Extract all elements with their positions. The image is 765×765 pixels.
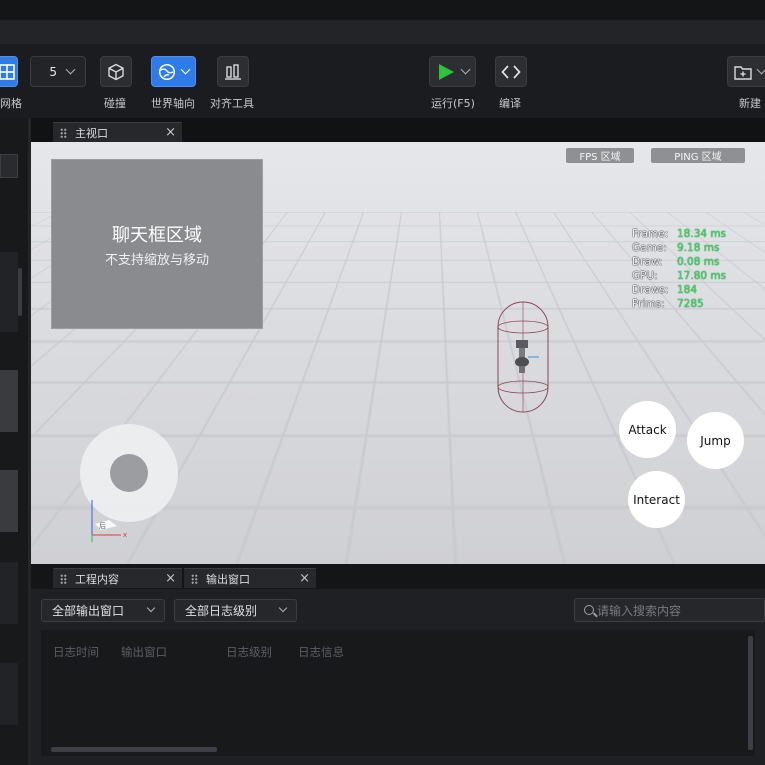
folder-plus-icon bbox=[734, 65, 752, 80]
column-header: 日志时间 bbox=[53, 645, 99, 659]
stat-row: Game: 9.18 ms bbox=[632, 242, 720, 254]
chat-area-subtitle: 不支持缩放与移动 bbox=[104, 252, 209, 268]
left-panel bbox=[0, 118, 28, 765]
globe-icon bbox=[158, 63, 176, 80]
grid-label: 网格 bbox=[0, 97, 22, 110]
chevron-down-icon bbox=[146, 603, 156, 613]
interact-button[interactable]: Interact bbox=[628, 471, 685, 528]
log-search-input[interactable]: 请输入搜索内容 bbox=[574, 598, 765, 622]
stat-row: Frame: 18.34 ms bbox=[632, 228, 727, 240]
close-icon[interactable]: × bbox=[165, 125, 176, 140]
chevron-down-icon bbox=[180, 64, 191, 75]
close-icon[interactable]: × bbox=[165, 571, 176, 586]
gizmo-x-label: x bbox=[123, 531, 127, 539]
main-toolbar: 网格 5 碰撞 世界轴向 对齐工具 运行(F5) 编译 新建 bbox=[0, 44, 765, 118]
chevron-down-icon bbox=[756, 64, 765, 75]
collision-button[interactable] bbox=[100, 56, 132, 87]
grid-size-select[interactable]: 5 bbox=[30, 56, 86, 87]
attack-button[interactable]: Attack bbox=[619, 401, 676, 458]
left-panel-item[interactable] bbox=[0, 663, 18, 725]
compile-label: 编译 bbox=[499, 97, 521, 110]
fps-area: FPS 区域 bbox=[566, 148, 634, 163]
collision-label: 碰撞 bbox=[104, 97, 126, 110]
joystick-knob[interactable] bbox=[110, 454, 148, 492]
output-panel: 全部输出窗口 全部日志级别 请输入搜索内容 日志时间 输出窗口 日志级别 日志信… bbox=[31, 589, 765, 765]
new-label: 新建 bbox=[739, 97, 761, 110]
align-tool-label: 对齐工具 bbox=[210, 97, 254, 110]
tab-output-window[interactable]: 输出窗口 × bbox=[184, 568, 316, 588]
chat-area-title: 聊天框区域 bbox=[112, 224, 202, 246]
title-bar bbox=[0, 0, 765, 20]
chevron-down-icon bbox=[65, 64, 76, 75]
drag-grip-icon bbox=[60, 573, 67, 584]
left-panel-item[interactable] bbox=[0, 252, 18, 332]
log-table: 日志时间 输出窗口 日志级别 日志信息 bbox=[41, 630, 755, 756]
tab-label: 工程内容 bbox=[75, 572, 119, 586]
column-header: 输出窗口 bbox=[121, 645, 167, 659]
stat-row: Draws: 184 bbox=[632, 284, 698, 296]
tab-project-content[interactable]: 工程内容 × bbox=[53, 568, 182, 588]
column-header: 日志信息 bbox=[298, 645, 344, 659]
log-level-filter[interactable]: 全部日志级别 bbox=[174, 599, 297, 622]
tab-label: 输出窗口 bbox=[206, 572, 250, 586]
drag-grip-icon bbox=[60, 127, 67, 138]
horizontal-scrollbar[interactable] bbox=[51, 747, 217, 752]
align-tool-button[interactable] bbox=[217, 56, 249, 87]
new-button[interactable] bbox=[727, 56, 765, 87]
left-panel-item[interactable] bbox=[0, 370, 18, 432]
main-viewport[interactable]: 聊天框区域 不支持缩放与移动 FPS 区域 PING 区域 Frame: 18.3… bbox=[31, 142, 765, 564]
vertical-scrollbar[interactable] bbox=[748, 636, 753, 750]
chat-area: 聊天框区域 不支持缩放与移动 bbox=[51, 159, 263, 329]
left-panel-field[interactable] bbox=[0, 154, 18, 178]
left-panel-scrollbar[interactable] bbox=[18, 268, 22, 316]
player-capsule[interactable] bbox=[491, 297, 555, 417]
world-axis-label: 世界轴向 bbox=[151, 97, 195, 110]
run-label: 运行(F5) bbox=[431, 97, 475, 110]
tab-main-viewport[interactable]: 主视口 × bbox=[53, 122, 182, 142]
editor-window: 网格 5 碰撞 世界轴向 对齐工具 运行(F5) 编译 新建 主视口 × 聊天框… bbox=[0, 0, 765, 765]
cube-icon bbox=[108, 63, 124, 80]
tab-label: 主视口 bbox=[75, 126, 108, 140]
jump-button[interactable]: Jump bbox=[687, 412, 744, 469]
axis-gizmo: 后 x bbox=[91, 500, 127, 542]
ping-area: PING 区域 bbox=[651, 148, 745, 163]
drag-grip-icon bbox=[191, 573, 198, 584]
gizmo-back-label: 后 bbox=[99, 521, 106, 530]
perf-stats: Frame: 18.34 ms Game: 9.18 ms Draw: 0.08 ms… bbox=[632, 227, 726, 311]
output-window-filter[interactable]: 全部输出窗口 bbox=[41, 599, 165, 622]
filter-value: 全部输出窗口 bbox=[52, 604, 125, 618]
left-panel-item[interactable] bbox=[0, 562, 18, 624]
grid-button[interactable] bbox=[0, 56, 18, 87]
align-bars-icon bbox=[225, 63, 241, 80]
grid-icon bbox=[0, 63, 15, 80]
play-icon bbox=[439, 63, 454, 80]
compile-button[interactable] bbox=[495, 56, 527, 87]
chevron-down-icon bbox=[460, 64, 471, 75]
stat-row: Draw: 0.08 ms bbox=[632, 256, 720, 268]
code-brackets-icon bbox=[501, 64, 521, 79]
close-icon[interactable]: × bbox=[299, 571, 310, 586]
left-panel-item[interactable] bbox=[0, 470, 18, 532]
stat-row: Prims: 7285 bbox=[632, 298, 704, 310]
filter-value: 全部日志级别 bbox=[185, 604, 258, 618]
search-icon bbox=[584, 605, 594, 615]
chevron-down-icon bbox=[278, 603, 288, 613]
menu-strip bbox=[0, 20, 765, 44]
stat-row: GPU: 17.80 ms bbox=[632, 270, 727, 282]
grid-size-value: 5 bbox=[49, 64, 57, 79]
column-header: 日志级别 bbox=[226, 645, 272, 659]
run-button[interactable] bbox=[429, 56, 476, 87]
world-axis-button[interactable] bbox=[151, 56, 196, 87]
search-placeholder: 请输入搜索内容 bbox=[597, 603, 682, 618]
